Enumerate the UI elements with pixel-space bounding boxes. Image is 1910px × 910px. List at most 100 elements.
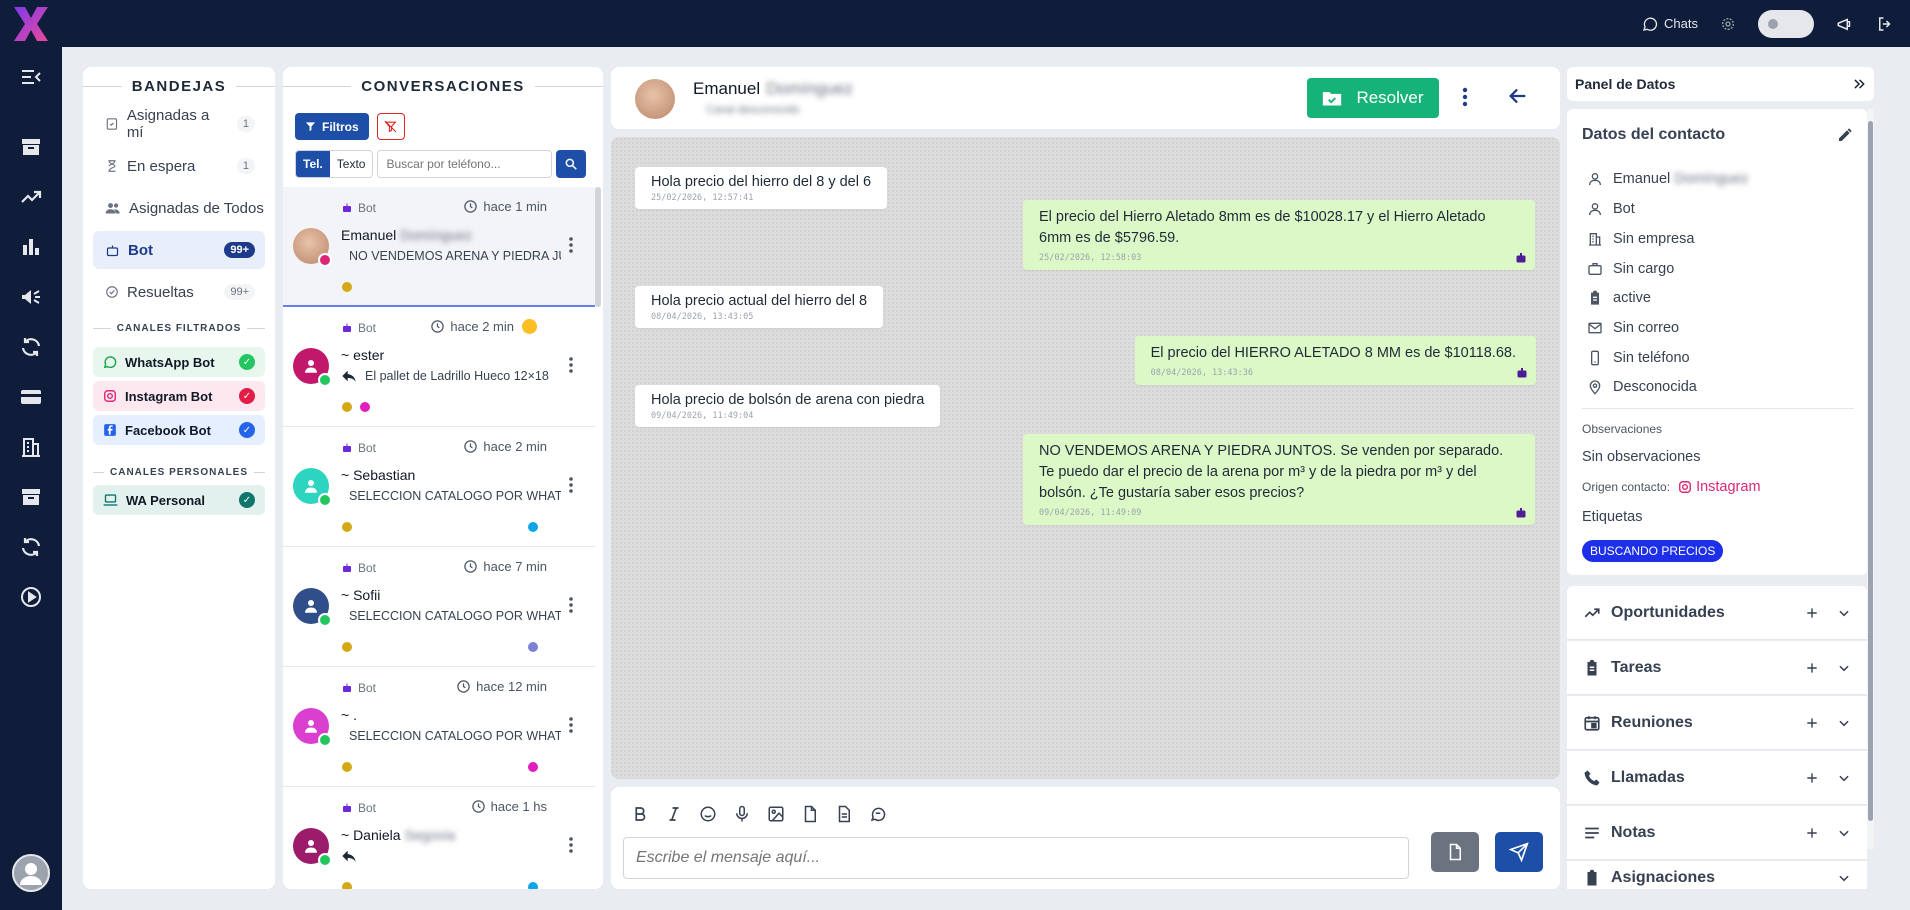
data-panel-scrollbar[interactable] [1867,109,1874,849]
pencil-icon[interactable] [1837,127,1853,143]
section-calls[interactable]: Llamadas [1567,751,1867,805]
play-circle-icon[interactable] [19,585,43,609]
logout-icon[interactable] [1876,15,1894,33]
whatsapp-icon [318,733,332,747]
inbox-item-assigned-to-me[interactable]: Asignadas a mí 1 [93,105,265,143]
plus-icon[interactable] [1805,826,1819,840]
conversation-item[interactable]: Bot hace 2 min ~ Sebastian SELECCION CAT… [283,427,595,547]
section-meetings[interactable]: Reuniones [1567,696,1867,750]
megaphone-icon[interactable] [1836,15,1854,33]
document-icon[interactable] [835,805,853,823]
conversation-item[interactable]: Bot hace 1 min Emanuel Domínguez NO VENDE… [283,187,595,307]
section-notes[interactable]: Notas [1567,806,1867,860]
bar-chart-icon[interactable] [19,235,43,259]
gear-icon[interactable] [1720,16,1736,32]
inbox-icon[interactable] [19,135,43,159]
contact-status-value: active [1613,290,1651,306]
image-icon[interactable] [767,805,785,823]
plus-icon[interactable] [1805,606,1819,620]
archive-icon[interactable] [19,485,43,509]
chats-link[interactable]: Chats [1642,16,1698,32]
resolve-button[interactable]: Resolver [1307,78,1439,118]
more-vertical-icon[interactable] [569,597,573,613]
search-button[interactable] [556,150,587,178]
more-vertical-icon[interactable] [569,477,573,493]
personal-channels-label: CANALES PERSONALES [110,467,249,478]
contact-company-value: Sin empresa [1613,231,1695,247]
campaign-icon[interactable] [19,285,43,309]
arrow-left-icon[interactable] [1507,85,1529,107]
template-button[interactable] [1431,832,1479,872]
whatsapp-icon [318,493,332,507]
conversation-scrollbar[interactable] [595,187,601,307]
search-mode-text[interactable]: Texto [330,151,373,177]
inbox-item-waiting[interactable]: En espera 1 [93,147,265,185]
chevron-down-icon[interactable] [1837,826,1851,840]
channel-instagram-bot[interactable]: Instagram Bot ✓ [93,381,265,411]
channel-wa-personal[interactable]: WA Personal ✓ [93,485,265,515]
chat-bubble-icon[interactable] [869,805,887,823]
send-button[interactable] [1495,832,1543,872]
divider [1582,408,1854,409]
collapse-right-icon[interactable] [1852,77,1866,91]
chevron-down-icon[interactable] [1837,606,1851,620]
chevron-down-icon[interactable] [1837,871,1851,885]
emoji-icon[interactable] [699,805,717,823]
inbox-item-resolved[interactable]: Resueltas 99+ [93,273,265,311]
contact-name: ~ Sofii [341,587,381,603]
conversation-item[interactable]: Bot hace 7 min ~ Sofii SELECCION CATALOG… [283,547,595,667]
inbox-item-count: 99+ [224,284,255,300]
plus-icon[interactable] [1805,661,1819,675]
tag-pill[interactable]: BUSCANDO PRECIOS [1582,540,1724,562]
file-icon[interactable] [801,805,819,823]
italic-icon[interactable] [665,805,683,823]
filter-off-icon [384,120,397,133]
conversation-item[interactable]: Bot hace 12 min ~ . SELECCION CATALOGO P… [283,667,595,787]
more-vertical-icon[interactable] [569,357,573,373]
filters-label: Filtros [322,119,359,134]
clear-filters-button[interactable] [376,113,405,140]
section-opportunities[interactable]: Oportunidades [1567,586,1867,640]
calendar-icon [1584,715,1600,731]
plus-icon[interactable] [1805,716,1819,730]
menu-collapse-icon[interactable] [19,65,43,89]
more-vertical-icon[interactable] [569,837,573,853]
plus-icon[interactable] [1805,771,1819,785]
conversations-panel: CONVERSACIONES Filtros Tel. Texto Bot ha… [283,67,603,889]
user-avatar[interactable] [12,854,50,892]
channel-facebook-bot[interactable]: Facebook Bot ✓ [93,415,265,445]
chevron-down-icon[interactable] [1837,661,1851,675]
contact-card: Datos del contacto Emanuel Domínguez Bot… [1567,109,1867,575]
conversation-item[interactable]: Bot hace 2 min ~ ester El pallet de Ladr… [283,307,595,427]
filter-icon [305,122,316,132]
refresh-icon[interactable] [19,535,43,559]
search-input[interactable] [377,150,553,178]
inbox-item-assigned-all[interactable]: Asignadas de Todos [93,189,265,227]
card-icon[interactable] [19,385,43,409]
theme-toggle[interactable] [1758,9,1814,38]
chevron-down-icon[interactable] [1837,716,1851,730]
more-vertical-icon[interactable] [569,717,573,733]
sync-icon[interactable] [19,335,43,359]
search-mode-phone[interactable]: Tel. [296,151,330,177]
bold-icon[interactable] [631,805,649,823]
origin-link[interactable]: Instagram [1678,479,1761,495]
section-tasks[interactable]: Tareas [1567,641,1867,695]
robot-icon [1517,368,1527,378]
building-icon[interactable] [19,435,43,459]
more-vertical-icon[interactable] [569,237,573,253]
contact-type-value: Bot [1613,201,1635,217]
channel-whatsapp-bot[interactable]: WhatsApp Bot ✓ [93,347,265,377]
filters-button[interactable]: Filtros [295,113,369,140]
section-assignments[interactable]: Asignaciones [1567,861,1867,889]
inbox-item-bot[interactable]: Bot 99+ [93,231,265,269]
chevron-down-icon[interactable] [1837,771,1851,785]
trend-icon[interactable] [19,185,43,209]
conversation-item[interactable]: Bot hace 1 hs ~ Daniela Segovia [283,787,595,889]
message-input[interactable] [623,837,1409,879]
microphone-icon[interactable] [733,805,751,823]
app-logo[interactable] [10,4,52,44]
scrollbar-thumb[interactable] [1868,121,1873,821]
more-vertical-icon[interactable] [1462,87,1468,107]
user-icon [20,863,42,885]
